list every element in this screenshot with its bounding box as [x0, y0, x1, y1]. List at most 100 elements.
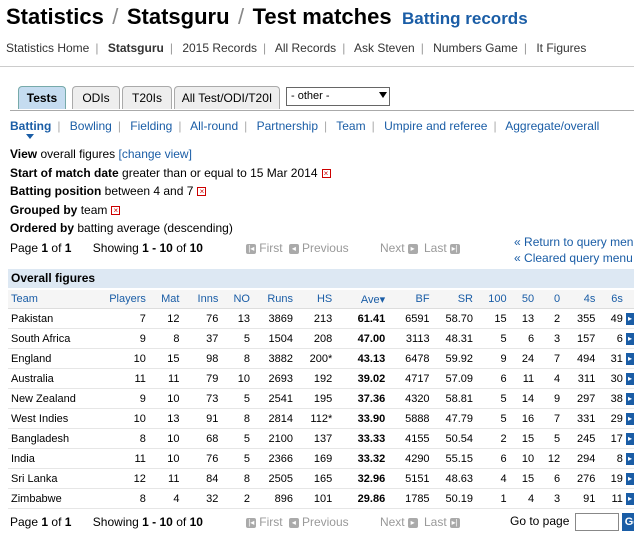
cell-100: 2: [475, 428, 510, 449]
last-page-link[interactable]: Last: [424, 241, 447, 255]
col-runs[interactable]: Runs: [252, 290, 296, 309]
cell-no: 2: [221, 488, 253, 509]
tab-all-formats[interactable]: All Test/ODI/T20I: [174, 86, 280, 109]
row-action[interactable]: ▸: [625, 308, 634, 329]
return-to-query-menu-link[interactable]: « Return to query menu: [514, 235, 634, 249]
nav-it-figures[interactable]: It Figures: [536, 41, 586, 55]
nav-numbers-game[interactable]: Numbers Game: [433, 41, 518, 55]
cell-players: 9: [100, 388, 149, 409]
tab-tests[interactable]: Tests: [18, 86, 66, 109]
cell-players: 8: [100, 428, 149, 449]
cell-hs: 208: [296, 328, 336, 349]
col-50[interactable]: 50: [509, 290, 538, 309]
cell-mat: 13: [148, 408, 183, 429]
cell-6s: 30: [598, 368, 626, 389]
col-mat[interactable]: Mat: [148, 290, 183, 309]
filter-position: Batting position between 4 and 7 ×: [10, 182, 331, 201]
col-sr[interactable]: SR: [432, 290, 476, 309]
first-page-link[interactable]: First: [259, 241, 282, 255]
col-no[interactable]: NO: [221, 290, 253, 309]
view-fielding[interactable]: Fielding: [130, 119, 172, 133]
col-4s[interactable]: 4s: [563, 290, 599, 309]
cell-no: 5: [221, 328, 253, 349]
cell-team[interactable]: England: [8, 348, 101, 369]
cell-team[interactable]: South Africa: [8, 328, 101, 349]
cell-team[interactable]: Pakistan: [8, 308, 101, 329]
col-bf[interactable]: BF: [388, 290, 433, 309]
previous-page-link[interactable]: Previous: [302, 515, 349, 529]
view-partnership[interactable]: Partnership: [257, 119, 318, 133]
cell-4s: 294: [563, 448, 599, 469]
row-action[interactable]: ▸: [625, 388, 634, 409]
cell-team[interactable]: Sri Lanka: [8, 468, 101, 489]
table-title: Overall figures: [8, 269, 634, 288]
cell-mat: 12: [148, 308, 183, 329]
table-row: Bangladesh 8 10 68 5 2100 137 33.33 4155 50.54 2 15…: [8, 428, 634, 449]
row-action[interactable]: ▸: [625, 488, 634, 509]
goto-page-input[interactable]: [575, 513, 620, 531]
view-bowling[interactable]: Bowling: [70, 119, 112, 133]
cell-team[interactable]: Australia: [8, 368, 101, 389]
cell-team[interactable]: New Zealand: [8, 388, 101, 409]
last-page-link[interactable]: Last: [424, 515, 447, 529]
cell-sr: 48.31: [432, 328, 476, 349]
cell-team[interactable]: India: [8, 448, 101, 469]
cell-0: 7: [537, 348, 564, 369]
row-action[interactable]: ▸: [625, 468, 634, 489]
remove-filter-icon[interactable]: ×: [321, 168, 331, 178]
col-ave[interactable]: Ave▾: [335, 290, 389, 309]
cell-sr: 59.92: [432, 348, 476, 369]
col-6s[interactable]: 6s: [598, 290, 626, 309]
tab-odis[interactable]: ODIs: [72, 86, 120, 109]
cell-hs: 195: [296, 388, 336, 409]
view-all-round[interactable]: All-round: [190, 119, 238, 133]
nav-statistics-home[interactable]: Statistics Home: [6, 41, 89, 55]
filter-date: Start of match date greater than or equa…: [10, 164, 331, 183]
cell-team[interactable]: Zimbabwe: [8, 488, 101, 509]
cell-mat: 10: [148, 448, 183, 469]
col-0[interactable]: 0: [537, 290, 564, 309]
table-row: South Africa 9 8 37 5 1504 208 47.00 3113 48.31 5 6…: [8, 328, 634, 349]
cell-no: 5: [221, 448, 253, 469]
first-page-link[interactable]: First: [259, 515, 282, 529]
other-format-select[interactable]: - other -: [286, 87, 390, 106]
remove-filter-icon[interactable]: ×: [111, 205, 121, 215]
view-batting[interactable]: Batting: [10, 119, 51, 133]
view-team[interactable]: Team: [336, 119, 365, 133]
row-action[interactable]: ▸: [625, 448, 634, 469]
col-players[interactable]: Players: [100, 290, 149, 309]
row-action[interactable]: ▸: [625, 368, 634, 389]
col-100[interactable]: 100: [475, 290, 510, 309]
next-page-link[interactable]: Next: [380, 241, 405, 255]
previous-page-icon: ◂: [288, 517, 299, 528]
cleared-query-menu-link[interactable]: « Cleared query menu: [514, 251, 634, 265]
col-inns[interactable]: Inns: [182, 290, 222, 309]
view-umpire-referee[interactable]: Umpire and referee: [384, 119, 487, 133]
cell-team[interactable]: West Indies: [8, 408, 101, 429]
row-action[interactable]: ▸: [625, 408, 634, 429]
change-view-link[interactable]: [change view]: [119, 147, 192, 161]
nav-ask-steven[interactable]: Ask Steven: [354, 41, 415, 55]
row-action[interactable]: ▸: [625, 328, 634, 349]
tab-t20is[interactable]: T20Is: [122, 86, 172, 109]
cell-50: 4: [509, 488, 538, 509]
col-team[interactable]: Team: [8, 290, 101, 309]
title-statsguru[interactable]: Statsguru: [127, 4, 230, 29]
cell-mat: 10: [148, 388, 183, 409]
remove-filter-icon[interactable]: ×: [197, 187, 207, 197]
pager-top: Page 1 of 1 Showing 1 - 10 of 10 |◂ First…: [10, 241, 460, 255]
cell-team[interactable]: Bangladesh: [8, 428, 101, 449]
nav-2015-records[interactable]: 2015 Records: [182, 41, 257, 55]
view-aggregate-overall[interactable]: Aggregate/overall: [505, 119, 599, 133]
previous-page-link[interactable]: Previous: [302, 241, 349, 255]
row-action[interactable]: ▸: [625, 428, 634, 449]
next-page-link[interactable]: Next: [380, 515, 405, 529]
col-hs[interactable]: HS: [296, 290, 336, 309]
cell-6s: 49: [598, 308, 626, 329]
nav-all-records[interactable]: All Records: [275, 41, 336, 55]
cell-50: 14: [509, 388, 538, 409]
row-action[interactable]: ▸: [625, 348, 634, 369]
go-button[interactable]: Go: [622, 513, 634, 531]
title-statistics[interactable]: Statistics: [6, 4, 104, 29]
nav-statsguru[interactable]: Statsguru: [108, 41, 164, 55]
